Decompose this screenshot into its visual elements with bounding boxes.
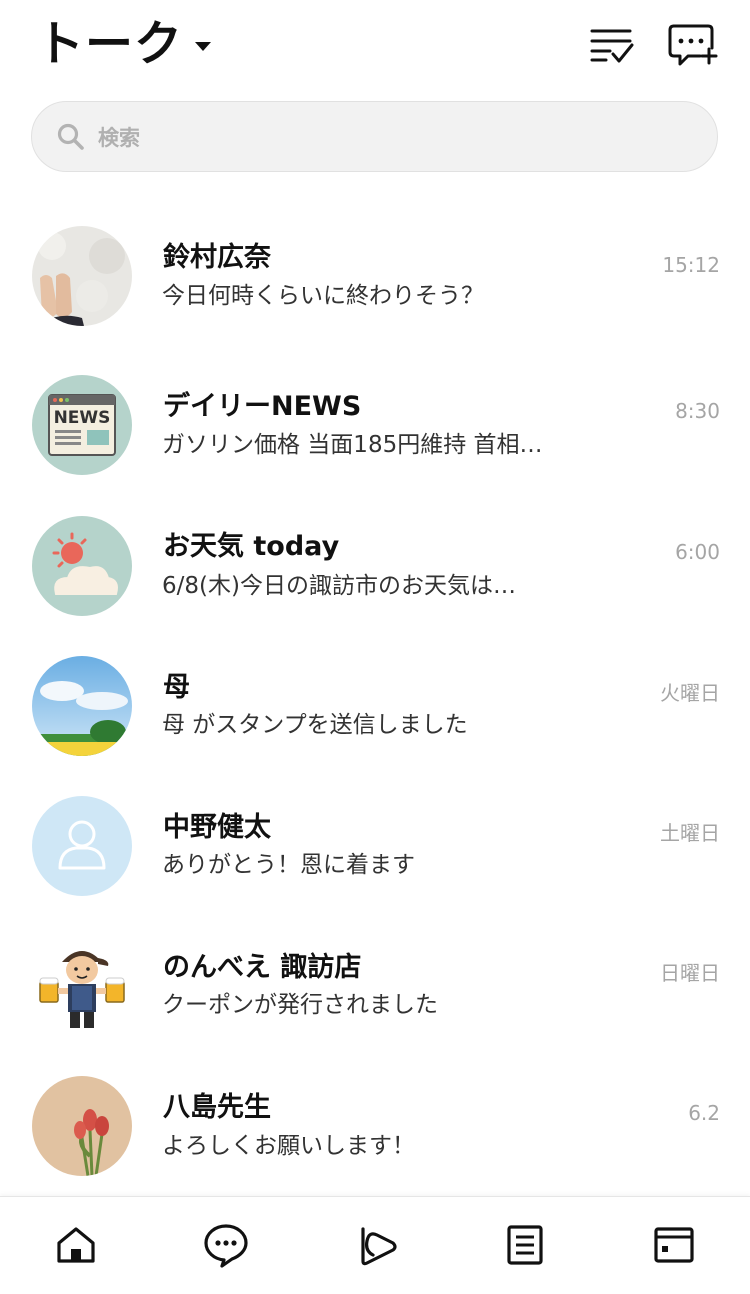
- talk-screen: トーク 検索 鈴村広奈 今日何時くらいに終わりそう？ 15:12 NEWS デイ…: [0, 0, 750, 1294]
- bottom-nav: [0, 1196, 750, 1294]
- nav-chats[interactable]: [202, 1221, 250, 1269]
- chat-preview: 母 がスタンプを送信しました: [162, 712, 468, 738]
- chat-name: デイリーNEWS: [163, 391, 362, 422]
- home-icon: [57, 1227, 95, 1263]
- chat-preview: ガソリン価格 当面185円維持 首相…: [162, 432, 543, 458]
- chat-preview: よろしくお願いします！: [162, 1133, 415, 1159]
- chat-time: 6:00: [675, 540, 720, 564]
- caret-down-icon: [195, 41, 212, 51]
- chat-row[interactable]: 鈴村広奈 今日何時くらいに終わりそう？ 15:12: [0, 190, 750, 330]
- chat-name: 鈴村広奈: [163, 242, 271, 273]
- title-dropdown[interactable]: トーク: [36, 14, 212, 74]
- chat-row[interactable]: 八島先生 よろしくお願いします！ 6.2: [0, 1030, 750, 1176]
- chat-preview: 今日何時くらいに終わりそう？: [162, 283, 484, 309]
- voom-icon: [361, 1227, 397, 1266]
- new-chat-button[interactable]: [666, 20, 718, 68]
- default-person-icon: [32, 796, 132, 896]
- chat-preview: ありがとう！恩に着ます: [162, 852, 415, 878]
- wallet-icon: [654, 1227, 694, 1263]
- chat-name: 母: [163, 672, 190, 703]
- list-check-icon: [590, 29, 634, 63]
- chat-time: 火曜日: [660, 681, 720, 705]
- avatar-photo-feet: [32, 226, 132, 326]
- chat-row[interactable]: 母 母 がスタンプを送信しました 火曜日: [0, 610, 750, 756]
- weather-icon: [32, 516, 132, 616]
- chat-time: 6.2: [688, 1101, 720, 1125]
- avatar-photo-sky: [32, 656, 132, 756]
- beer-mascot-icon: [32, 936, 132, 1036]
- chat-time: 土曜日: [660, 821, 720, 845]
- chat-time: 15:12: [662, 253, 720, 277]
- svg-text:NEWS: NEWS: [54, 408, 111, 428]
- chat-name: 中野健太: [163, 812, 271, 843]
- chat-preview: 6/8(木)今日の諏訪市のお天気は…: [162, 573, 516, 599]
- news-icon: [507, 1225, 543, 1265]
- search-input[interactable]: [96, 102, 700, 173]
- nav-news[interactable]: [501, 1221, 549, 1269]
- page-title: トーク: [36, 16, 184, 72]
- chat-time: 日曜日: [660, 961, 720, 985]
- chat-icon: [204, 1224, 248, 1268]
- new-chat-icon: [668, 24, 718, 66]
- nav-wallet[interactable]: [650, 1221, 698, 1269]
- chat-row[interactable]: 中野健太 ありがとう！恩に着ます 土曜日: [0, 750, 750, 896]
- search-bar[interactable]: [31, 101, 718, 173]
- search-icon: [57, 123, 84, 150]
- avatar-photo-tulips: [32, 1076, 132, 1176]
- edit-list-button[interactable]: [586, 20, 638, 68]
- header: トーク: [0, 0, 750, 92]
- nav-home[interactable]: [52, 1221, 100, 1269]
- chat-row[interactable]: のんべえ 諏訪店 クーポンが発行されました 日曜日: [0, 890, 750, 1036]
- chat-row[interactable]: NEWS デイリーNEWS ガソリン価格 当面185円維持 首相… 8:30: [0, 330, 750, 475]
- chat-preview: クーポンが発行されました: [162, 992, 438, 1018]
- chat-name: 八島先生: [163, 1092, 271, 1123]
- chat-name: お天気 today: [163, 531, 340, 562]
- chat-row[interactable]: お天気 today 6/8(木)今日の諏訪市のお天気は… 6:00: [0, 470, 750, 616]
- chat-time: 8:30: [675, 399, 720, 423]
- chat-list: 鈴村広奈 今日何時くらいに終わりそう？ 15:12 NEWS デイリーNEWS …: [0, 190, 750, 1176]
- chat-name: のんべえ 諏訪店: [163, 952, 362, 983]
- nav-voom[interactable]: [353, 1221, 401, 1269]
- newspaper-icon: NEWS: [32, 375, 132, 475]
